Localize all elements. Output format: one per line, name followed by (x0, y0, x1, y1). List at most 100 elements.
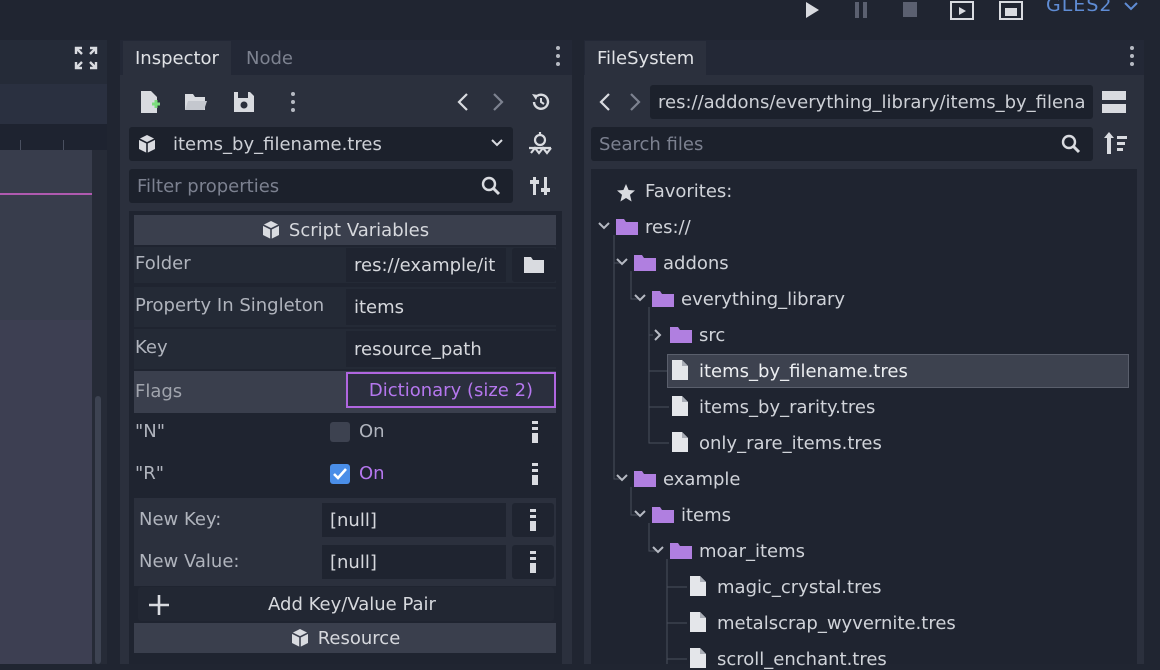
checkmark-icon (333, 468, 347, 480)
folder-icon (616, 219, 638, 235)
section-resource-label: Resource (317, 627, 401, 649)
history-icon[interactable] (530, 91, 552, 113)
edit-icon (531, 421, 539, 443)
property-in-singleton-text: items (354, 296, 405, 318)
folder-icon (634, 471, 656, 487)
chevron-down-icon (491, 139, 503, 147)
save-icon[interactable] (233, 91, 255, 113)
inspector-menu-icon[interactable] (555, 46, 561, 66)
tab-filesystem[interactable]: FileSystem (585, 41, 707, 75)
object-properties-icon[interactable] (527, 131, 553, 157)
search-icon (481, 176, 501, 196)
section-script-variables[interactable]: Script Variables (134, 215, 556, 245)
history-back-icon[interactable] (598, 92, 612, 112)
section-script-variables-label: Script Variables (288, 219, 430, 241)
cube-icon (261, 220, 281, 240)
object-menu-icon[interactable] (290, 92, 296, 112)
new-value-field[interactable]: [null] (322, 545, 506, 579)
property-filter-settings-icon[interactable] (530, 175, 552, 197)
key-field-text: resource_path (354, 338, 482, 360)
tree-item-addons[interactable]: addons (663, 253, 729, 274)
section-resource[interactable]: Resource (134, 623, 556, 653)
new-value-type-button[interactable] (512, 545, 554, 579)
viewport-scroll-thumb[interactable] (95, 396, 101, 664)
edit-icon (529, 509, 537, 531)
folder-value-text: res://example/it (354, 254, 496, 276)
history-forward-icon[interactable] (628, 92, 642, 112)
sort-icon[interactable] (1104, 132, 1128, 154)
file-icon (690, 612, 706, 632)
tree-item-example[interactable]: example (663, 469, 740, 490)
tree-item-scroll-enchant[interactable]: scroll_enchant.tres (717, 649, 887, 670)
folder-icon (652, 291, 674, 307)
chevron-right-icon[interactable] (653, 328, 663, 342)
tree-item-items-by-filename[interactable]: items_by_filename.tres (699, 361, 908, 382)
chevron-down-icon[interactable] (615, 257, 629, 267)
edit-icon (531, 463, 539, 485)
tree-item-magic-crystal[interactable]: magic_crystal.tres (717, 577, 882, 598)
chevron-down-icon[interactable] (651, 545, 665, 555)
tab-node[interactable]: Node (234, 41, 305, 75)
stop-icon[interactable] (897, 0, 923, 20)
play-custom-scene-icon[interactable] (998, 0, 1024, 20)
property-label-singleton: Property In Singleton (135, 295, 325, 316)
new-key-type-button[interactable] (512, 503, 554, 537)
tab-inspector[interactable]: Inspector (123, 41, 231, 75)
pause-icon[interactable] (848, 0, 874, 20)
new-value-label: New Value: (139, 551, 240, 572)
filesystem-menu-icon[interactable] (1129, 46, 1135, 66)
path-field[interactable]: res://addons/everything_library/items_by… (650, 85, 1093, 119)
flag-r-edit-button[interactable] (516, 458, 554, 490)
tree-item-only-rare-items[interactable]: only_rare_items.tres (699, 433, 882, 454)
flag-n-checkbox[interactable] (330, 422, 350, 442)
viewport-canvas-area (0, 320, 92, 664)
new-resource-icon[interactable] (139, 90, 161, 114)
folder-icon (634, 255, 656, 271)
file-icon (672, 396, 688, 416)
chevron-down-icon[interactable] (633, 509, 647, 519)
flag-r-checkbox[interactable] (330, 464, 350, 484)
history-back-icon[interactable] (456, 92, 470, 112)
tree-item-res[interactable]: res:// (645, 217, 691, 238)
flag-n-edit-button[interactable] (516, 416, 554, 448)
plus-icon (148, 594, 170, 616)
favorites-item[interactable]: Favorites: (645, 181, 732, 202)
key-field[interactable]: resource_path (346, 331, 556, 367)
tree-item-everything-library[interactable]: everything_library (681, 289, 845, 310)
new-key-field[interactable]: [null] (322, 503, 506, 537)
chevron-down-icon[interactable] (633, 293, 647, 303)
browse-folder-button[interactable] (512, 248, 556, 282)
new-key-value: [null] (330, 509, 377, 531)
split-mode-icon[interactable] (1102, 90, 1126, 114)
search-icon (1061, 134, 1081, 154)
tab-node-label: Node (246, 47, 293, 69)
tree-item-src[interactable]: src (699, 325, 725, 346)
folder-icon (523, 256, 545, 274)
tree-item-items-by-rarity[interactable]: items_by_rarity.tres (699, 397, 875, 418)
chevron-down-icon[interactable] (597, 221, 611, 231)
tree-item-moar-items[interactable]: moar_items (699, 541, 805, 562)
renderer-select[interactable]: GLES2 (1046, 0, 1138, 16)
open-folder-icon[interactable] (184, 92, 208, 112)
property-label-folder: Folder (135, 253, 191, 274)
tree-item-items[interactable]: items (681, 505, 731, 526)
flags-dictionary-button[interactable]: Dictionary (size 2) (346, 372, 556, 408)
fullscreen-icon[interactable] (74, 46, 98, 70)
add-key-value-pair-button[interactable]: Add Key/Value Pair (138, 587, 554, 621)
filter-properties-input[interactable]: Filter properties (129, 169, 513, 203)
search-files-placeholder: Search files (599, 133, 704, 155)
folder-value[interactable]: res://example/it (346, 248, 506, 282)
folder-icon (670, 327, 692, 343)
chevron-down-icon[interactable] (615, 473, 629, 483)
property-in-singleton-field[interactable]: items (346, 289, 556, 325)
play-icon[interactable] (799, 0, 825, 20)
play-scene-icon[interactable] (949, 0, 975, 20)
search-files-input[interactable]: Search files (591, 127, 1093, 161)
tree-item-metalscrap-wyvernite[interactable]: metalscrap_wyvernite.tres (717, 613, 956, 634)
resource-name: items_by_filename.tres (173, 133, 382, 155)
history-forward-icon[interactable] (491, 92, 505, 112)
resource-dropdown[interactable]: items_by_filename.tres (129, 127, 513, 161)
flag-key-r: "R" (135, 463, 165, 484)
flag-r-label: On (359, 463, 385, 484)
filter-properties-placeholder: Filter properties (137, 175, 280, 197)
